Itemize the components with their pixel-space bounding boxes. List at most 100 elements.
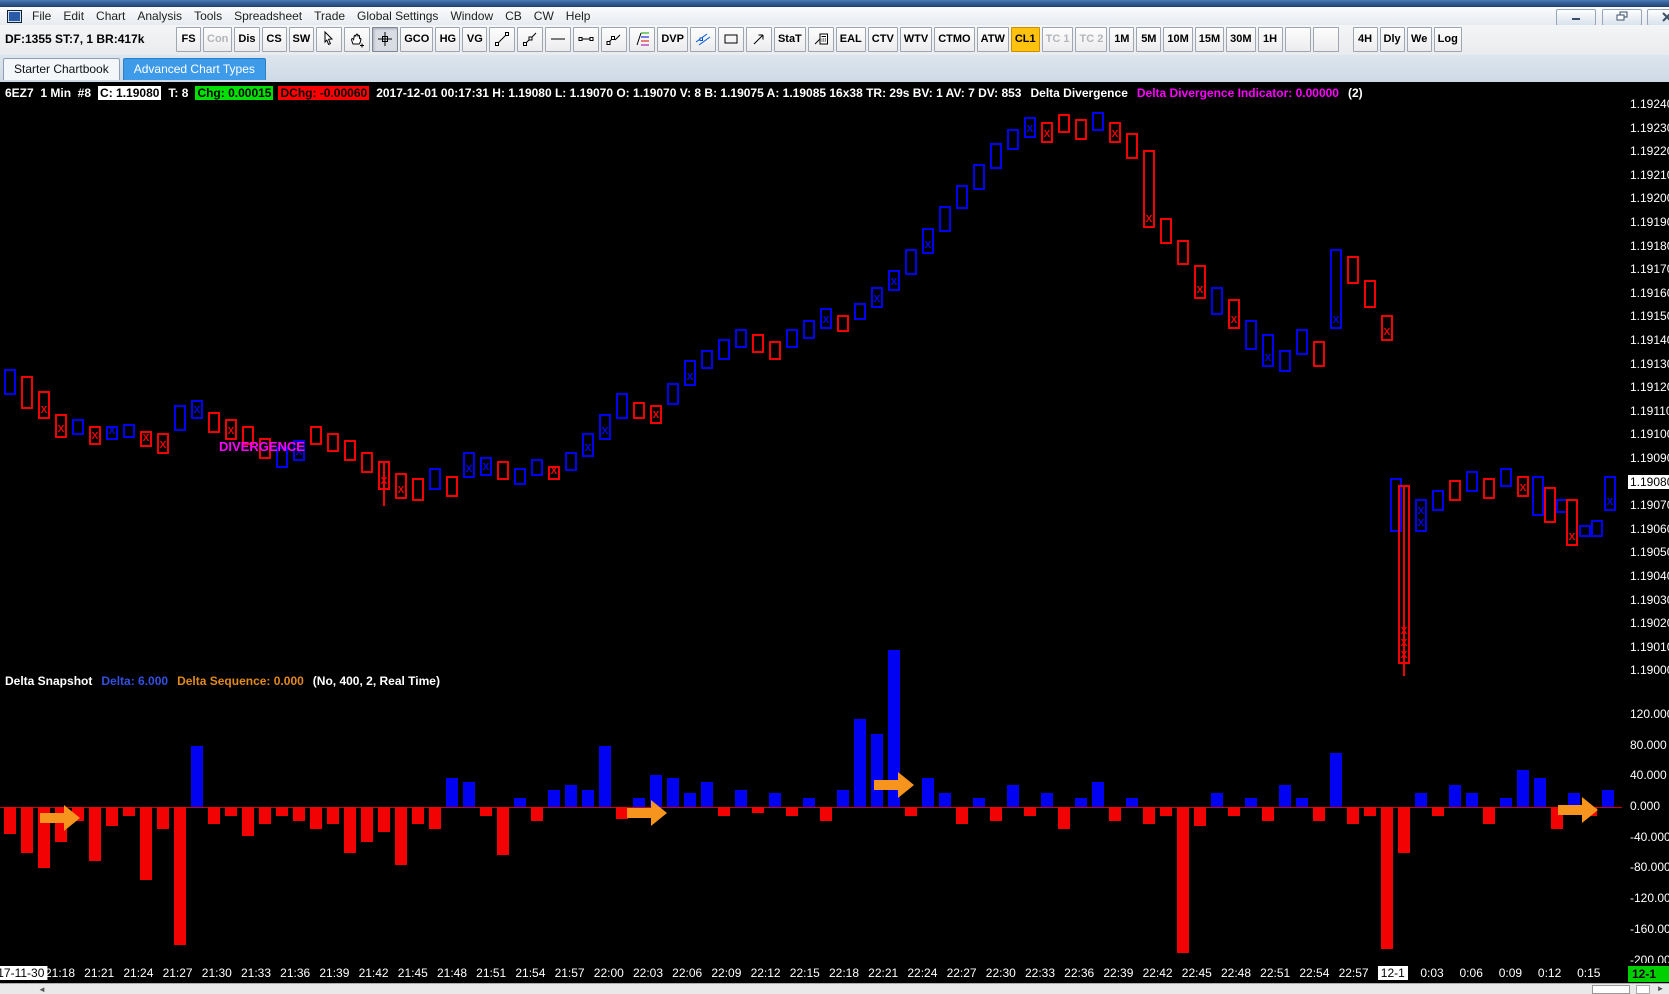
menu-item-edit[interactable]: Edit — [57, 9, 90, 23]
toolbar-button-atw[interactable]: ATW — [977, 27, 1009, 52]
toolbar-rect-icon[interactable] — [718, 27, 744, 52]
toolbar-button-1h[interactable]: 1H — [1258, 27, 1283, 52]
candle — [1466, 471, 1478, 492]
toolbar-channel-icon[interactable] — [690, 27, 716, 52]
delta-bar — [1449, 785, 1461, 807]
toolbar-button-dvp[interactable]: DVP — [657, 27, 688, 52]
toolbar-button-log[interactable]: Log — [1434, 27, 1462, 52]
candle — [1483, 478, 1495, 499]
time-tick-label: 21:48 — [437, 966, 467, 980]
menu-item-trade[interactable]: Trade — [308, 9, 351, 23]
close-button[interactable] — [1647, 9, 1669, 26]
toolbar-button-stat[interactable]: StaT — [774, 27, 806, 52]
delta-bar — [1347, 807, 1359, 824]
toolbar-button-fs[interactable]: FS — [176, 27, 201, 52]
menu-item-file[interactable]: File — [26, 9, 57, 23]
toolbar-button-vg[interactable]: VG — [462, 27, 487, 52]
toolbar-button-30m[interactable]: 30M — [1226, 27, 1255, 52]
toolbar-button-blank[interactable] — [1285, 27, 1311, 52]
candle — [667, 383, 679, 404]
toolbar-button-blank[interactable] — [1313, 27, 1339, 52]
time-tick-label: 21:39 — [319, 966, 349, 980]
delta-bar — [565, 785, 577, 807]
toolbar-button-10m[interactable]: 10M — [1163, 27, 1192, 52]
delta-bar — [293, 807, 305, 821]
tab-starter-chartbook[interactable]: Starter Chartbook — [3, 58, 120, 80]
toolbar-line-icon[interactable] — [489, 27, 515, 52]
delta-bar — [310, 807, 322, 829]
delta-bar — [1602, 790, 1614, 807]
divergence-x-mark: X — [822, 315, 830, 326]
candle: X — [1566, 499, 1578, 546]
app-icon — [7, 10, 22, 23]
scrollbar-grip[interactable] — [1636, 985, 1650, 994]
delta-bar — [1126, 798, 1138, 807]
delta-bar — [259, 807, 271, 824]
horizontal-scrollbar[interactable]: ◄ ► — [0, 983, 1669, 994]
candle — [1579, 525, 1591, 537]
menu-item-cw[interactable]: CW — [528, 9, 560, 23]
candle — [21, 376, 33, 409]
divergence-x-mark: X — [142, 433, 150, 444]
restore-button[interactable] — [1602, 9, 1642, 26]
toolbar-button-4h[interactable]: 4H — [1353, 27, 1378, 52]
candle: X — [548, 466, 560, 480]
toolbar-button-hg[interactable]: HG — [435, 27, 460, 52]
toolbar-button-1m[interactable]: 1M — [1109, 27, 1134, 52]
menu-item-global-settings[interactable]: Global Settings — [351, 9, 444, 23]
time-axis[interactable]: 17-11-3021:1821:2121:2421:2721:3021:3321… — [0, 963, 1669, 983]
chartbook-tabbar: Starter ChartbookAdvanced Chart Types — [0, 55, 1669, 83]
toolbar-button-ctmo[interactable]: CTMO — [934, 27, 974, 52]
toolbar-button-eal[interactable]: EAL — [836, 27, 866, 52]
toolbar-button-ctv[interactable]: CTV — [868, 27, 898, 52]
minimize-button[interactable] — [1556, 9, 1596, 26]
toolbar-button-we[interactable]: We — [1407, 27, 1432, 52]
candle — [939, 206, 951, 232]
toolbar-crosshair-icon[interactable] — [372, 27, 398, 52]
menu-item-analysis[interactable]: Analysis — [131, 9, 188, 23]
time-tick-label: 21:24 — [123, 966, 153, 980]
toolbar-button-15m[interactable]: 15M — [1195, 27, 1224, 52]
scrollbar-left-arrow-icon[interactable]: ◄ — [38, 985, 46, 994]
menu-item-cb[interactable]: CB — [499, 9, 528, 23]
menu-item-tools[interactable]: Tools — [188, 9, 228, 23]
divergence-x-mark: X — [686, 372, 694, 383]
time-tick-label: 22:03 — [633, 966, 663, 980]
toolbar-button-dis[interactable]: Dis — [234, 27, 259, 52]
toolbar-zigzag-icon[interactable] — [601, 27, 627, 52]
toolbar-button-5m[interactable]: 5M — [1136, 27, 1161, 52]
scrollbar-right-arrow-icon[interactable]: ► — [1652, 984, 1669, 994]
toolbar-hseg-icon[interactable] — [573, 27, 599, 52]
candle — [531, 459, 543, 476]
menu-item-help[interactable]: Help — [560, 9, 597, 23]
time-tick-label: 21:54 — [515, 966, 545, 980]
toolbar-cursor-icon[interactable] — [316, 27, 342, 52]
toolbar-fib-icon[interactable] — [629, 27, 655, 52]
toolbar-arrow-ne-icon[interactable] — [746, 27, 772, 52]
toolbar-button-sw[interactable]: SW — [289, 27, 315, 52]
delta-tick-label: 40.000 — [1630, 768, 1667, 782]
toolbar-button-cs[interactable]: CS — [262, 27, 287, 52]
toolbar-hline-icon[interactable] — [545, 27, 571, 52]
toolbar-button-gco[interactable]: GCO — [400, 27, 433, 52]
toolbar-button-dly[interactable]: Dly — [1380, 27, 1405, 52]
toolbar-hand-icon[interactable] — [344, 27, 370, 52]
delta-bar — [1517, 770, 1529, 807]
divergence-x-mark: X — [465, 464, 473, 475]
toolbar-button-cl1[interactable]: CL1 — [1011, 27, 1040, 52]
tab-advanced-chart-types[interactable]: Advanced Chart Types — [123, 58, 266, 80]
delta-bar — [1381, 807, 1393, 949]
delta-bar — [1279, 785, 1291, 807]
price-tick-label: 1.19190 — [1630, 215, 1669, 229]
menu-item-chart[interactable]: Chart — [90, 9, 131, 23]
chart-area[interactable]: 6EZ7 1 Min #8C: 1.19080T: 8Chg: 0.00015D… — [0, 82, 1669, 983]
toolbar-ray-icon[interactable] — [517, 27, 543, 52]
toolbar-button-wtv[interactable]: WTV — [900, 27, 932, 52]
menu-item-spreadsheet[interactable]: Spreadsheet — [228, 9, 308, 23]
scrollbar-thumb[interactable] — [1592, 985, 1630, 994]
time-tick-label: 21:27 — [163, 966, 193, 980]
menu-item-window[interactable]: Window — [444, 9, 499, 23]
time-tick-label: 22:12 — [751, 966, 781, 980]
toolbar-calc-icon[interactable] — [808, 27, 834, 52]
candle: X — [1194, 265, 1206, 298]
